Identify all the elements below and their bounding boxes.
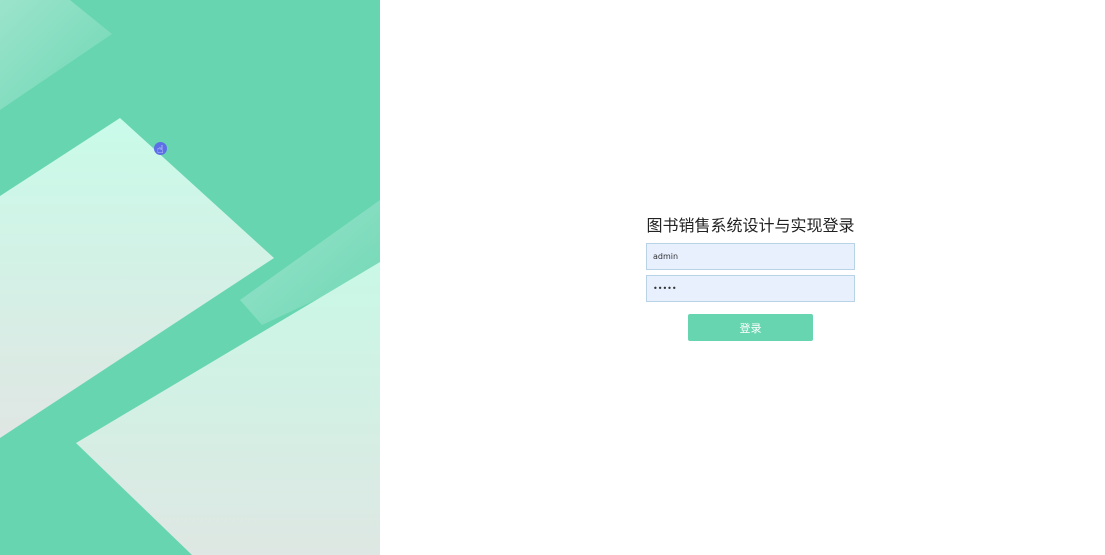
decorative-side-panel: ☝ (0, 0, 380, 555)
login-panel: 图书销售系统设计与实现登录 登录 (380, 0, 1105, 555)
login-button[interactable]: 登录 (688, 314, 813, 341)
login-page: ☝ 图书销售系统设计与实现登录 登录 (0, 0, 1105, 555)
login-title: 图书销售系统设计与实现登录 (646, 216, 855, 235)
login-form: 图书销售系统设计与实现登录 登录 (646, 214, 855, 341)
hand-pointer-icon: ☝ (157, 143, 164, 156)
username-input[interactable] (646, 243, 855, 270)
geometric-background-art (0, 0, 380, 555)
faded-top-shape (0, 0, 112, 110)
password-input[interactable] (646, 275, 855, 302)
